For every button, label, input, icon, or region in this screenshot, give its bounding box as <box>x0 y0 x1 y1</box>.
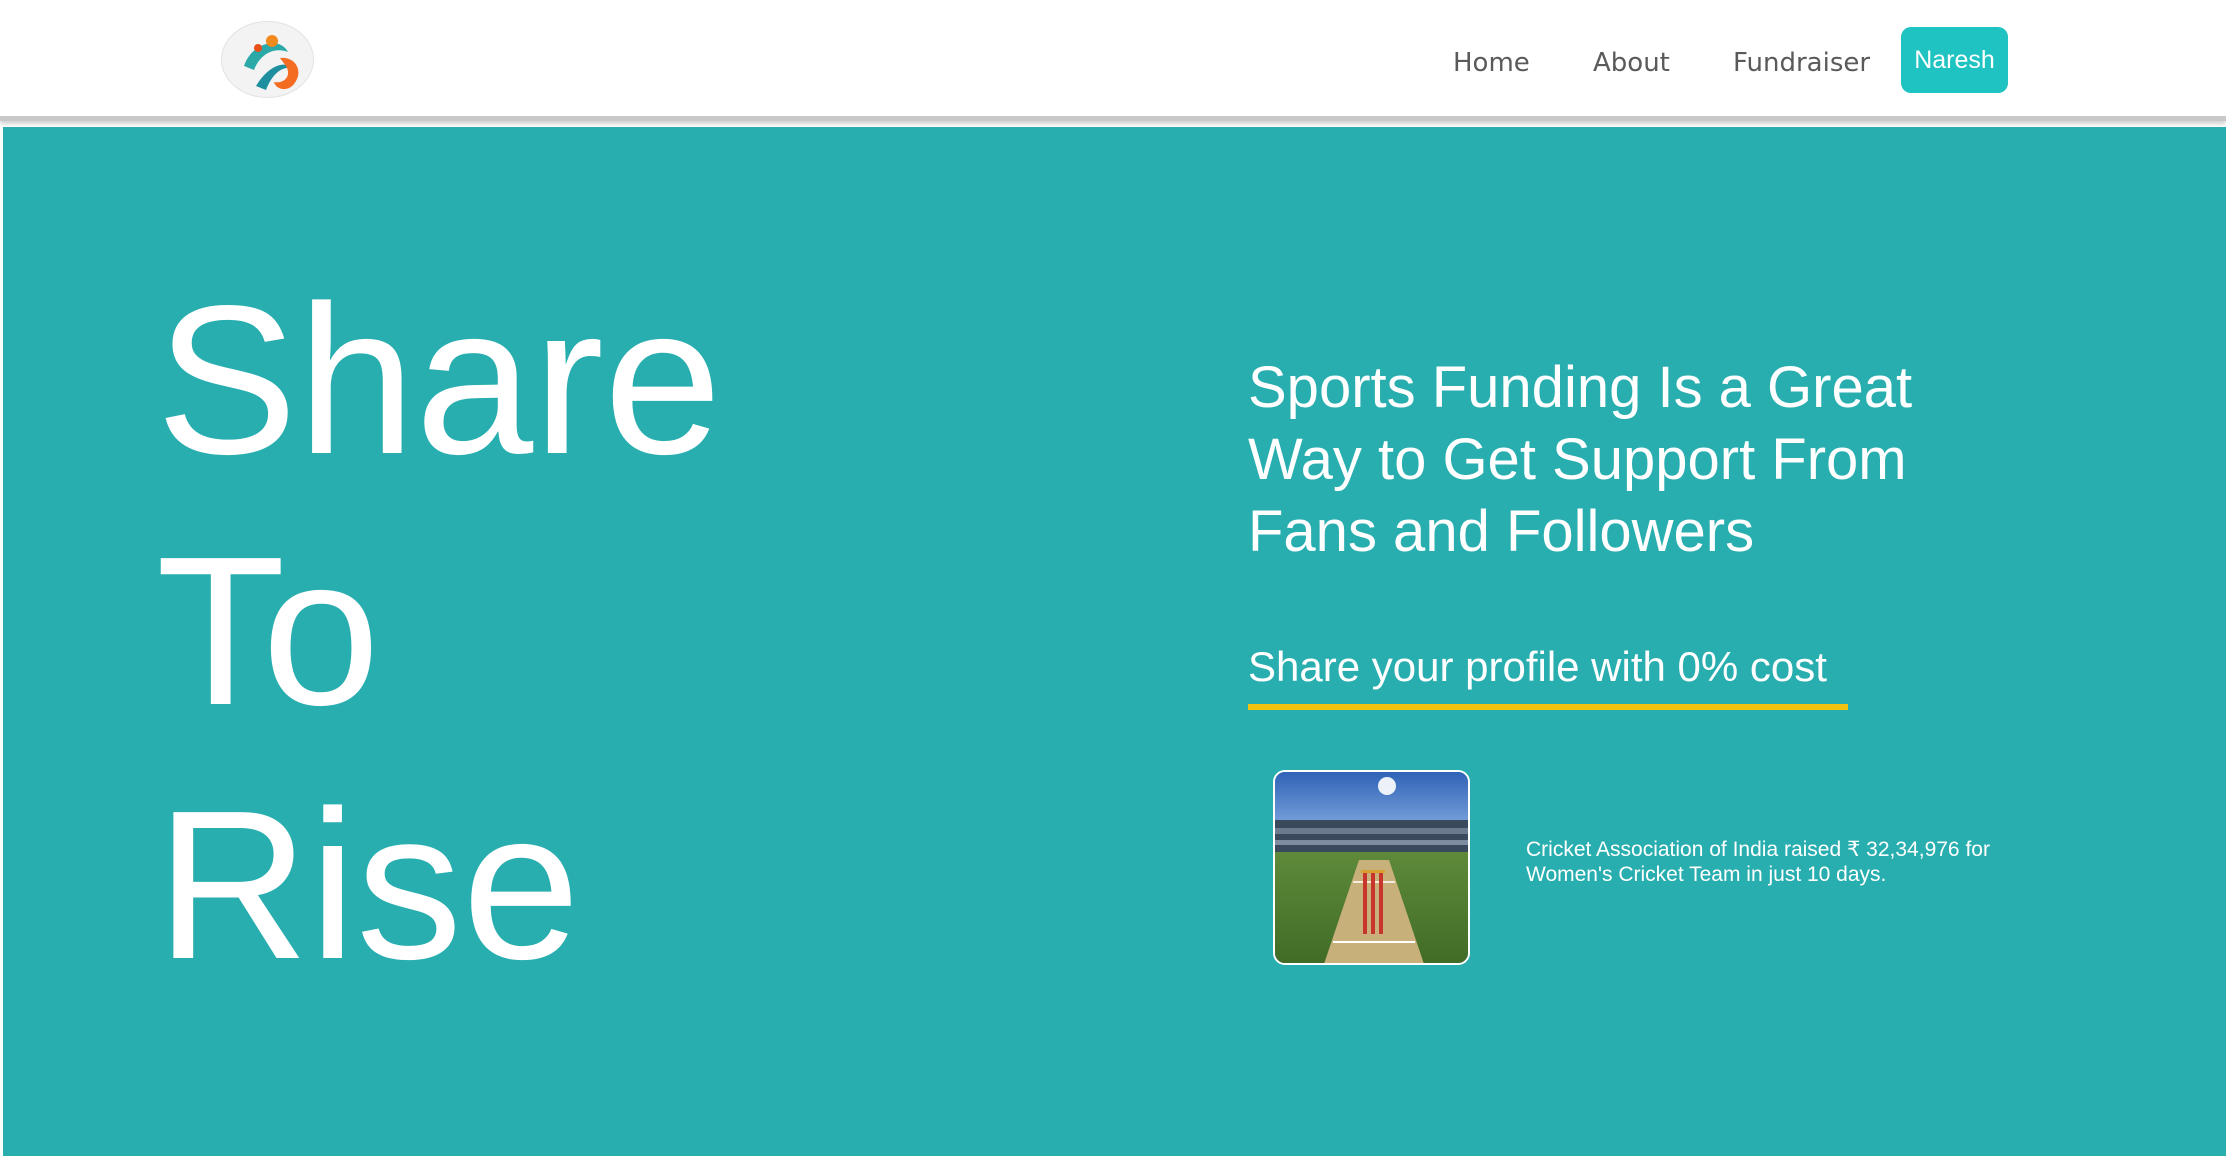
hero-headline: Sports Funding Is a Great Way to Get Sup… <box>1248 355 1913 564</box>
hero-subheadline: Share your profile with 0% cost <box>1248 642 1848 710</box>
navbar: Home About Fundraiser Naresh <box>0 0 2226 121</box>
fundraiser-story-text: Cricket Association of India raised ₹ 32… <box>1526 838 1990 886</box>
hero-word-to: To <box>156 512 380 749</box>
user-account-button[interactable]: Naresh <box>1901 27 2008 93</box>
nav-link-fundraiser[interactable]: Fundraiser <box>1733 48 1870 78</box>
hero-word-share: Share <box>156 261 722 498</box>
hero-word-rise: Rise <box>156 766 581 1003</box>
nav-link-about[interactable]: About <box>1593 48 1670 78</box>
nav-link-home[interactable]: Home <box>1453 48 1530 78</box>
cricket-stadium-image <box>1273 770 1470 965</box>
hero-section: Share To Rise Sports Funding Is a Great … <box>3 127 2226 1156</box>
logo-icon[interactable] <box>221 21 314 98</box>
